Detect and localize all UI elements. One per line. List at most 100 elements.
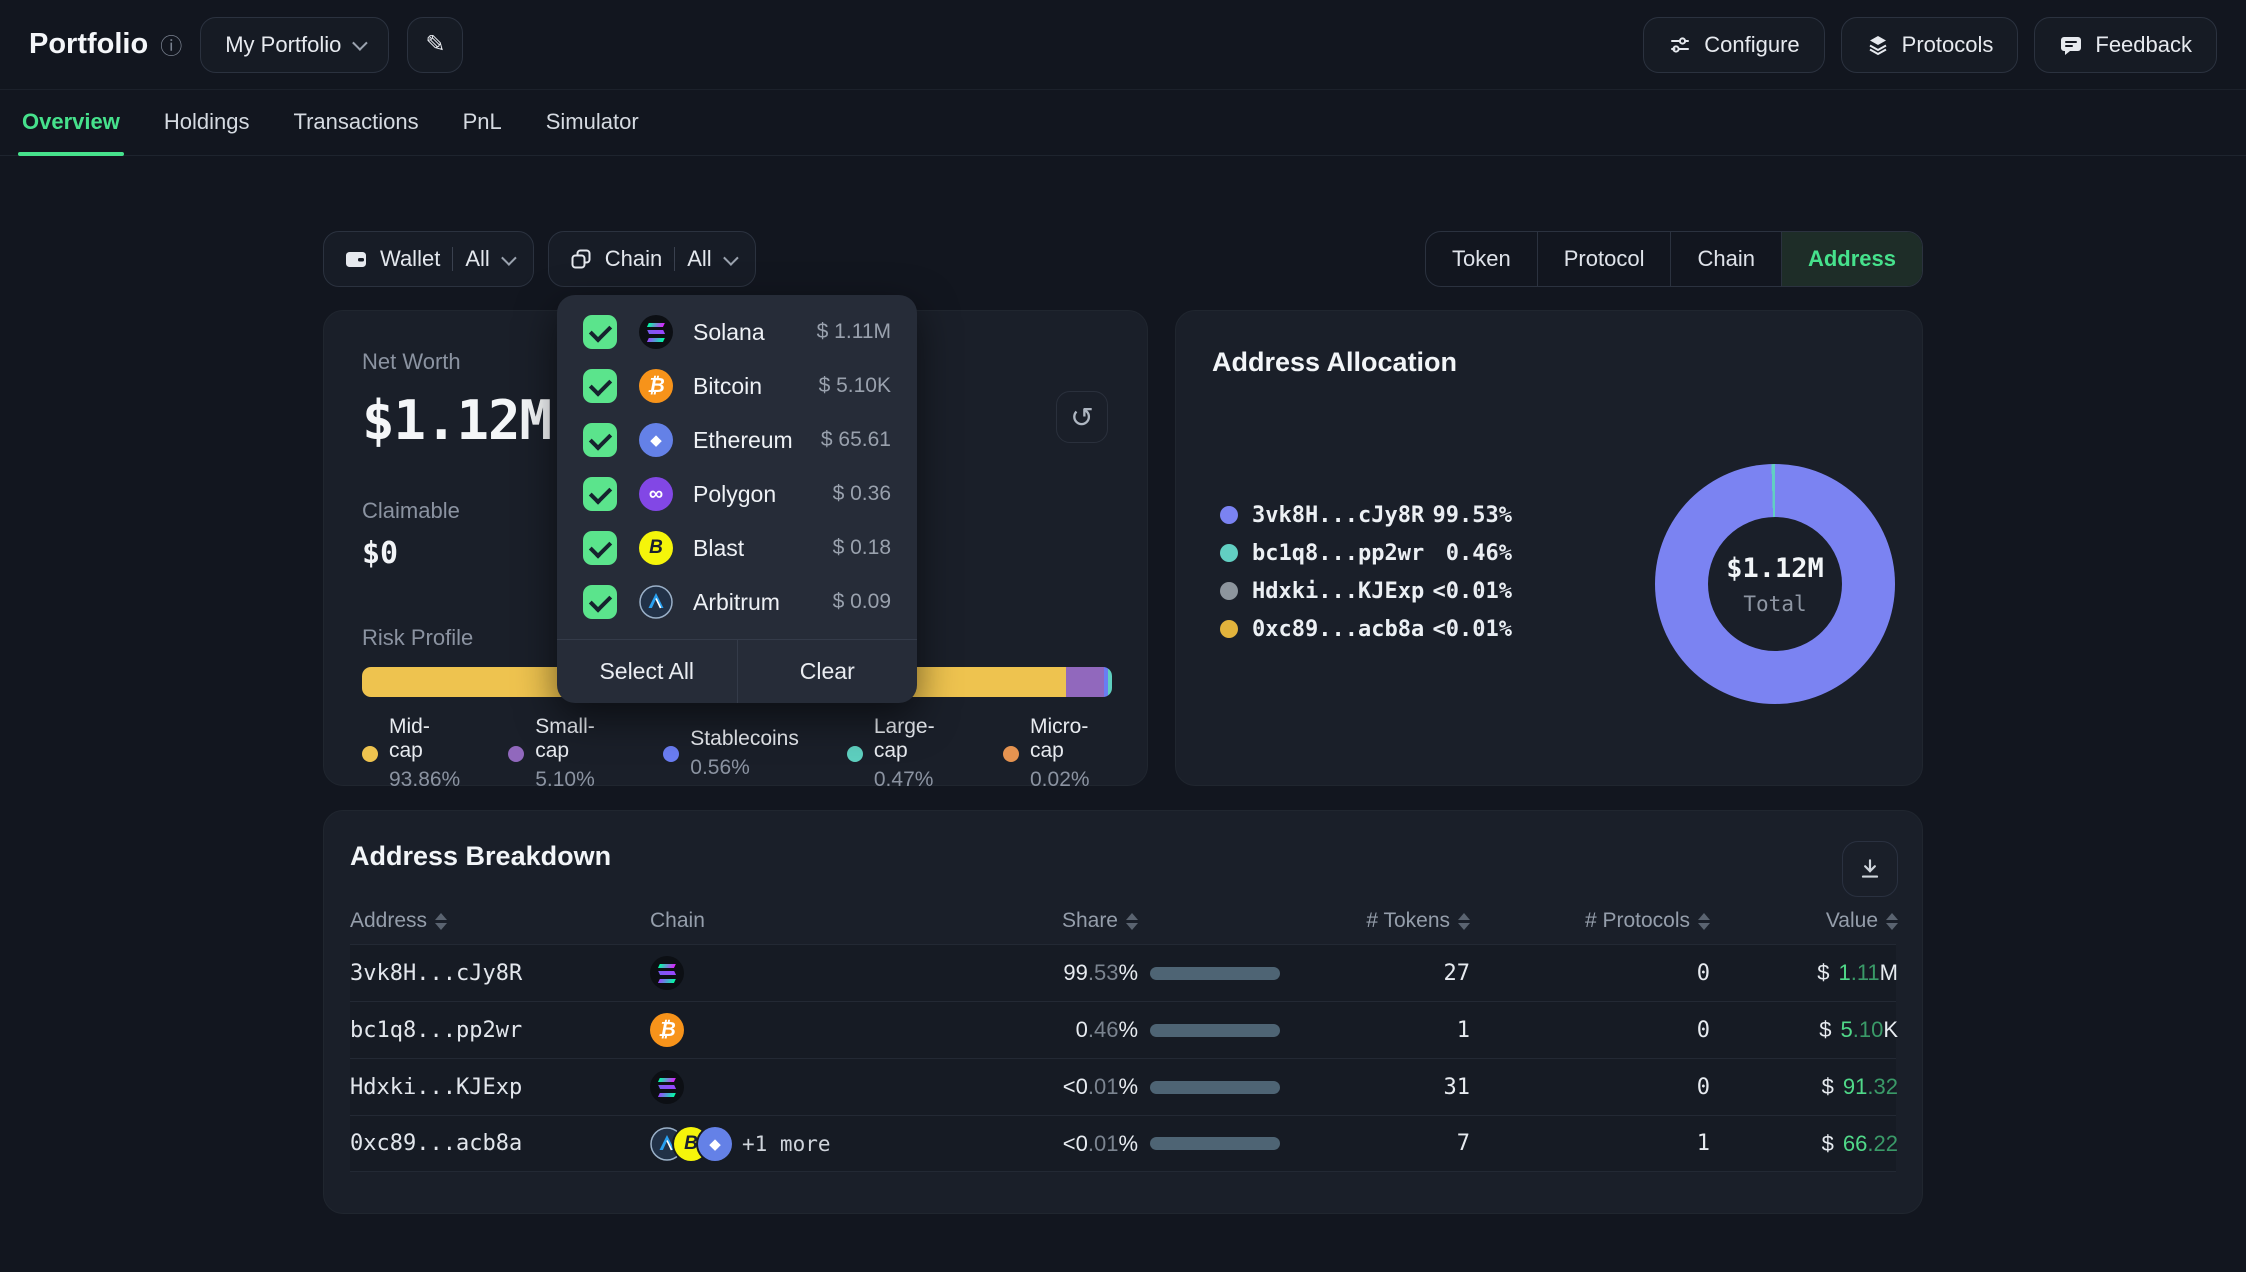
feedback-button[interactable]: Feedback bbox=[2034, 17, 2217, 73]
chain-option-label: Blast bbox=[693, 535, 744, 562]
legend-dot bbox=[362, 746, 378, 762]
tab-simulator[interactable]: Simulator bbox=[542, 89, 643, 155]
chain-option-value: $ 0.18 bbox=[833, 536, 891, 560]
row-chains: B ◆ +1 more bbox=[650, 1127, 980, 1161]
chain-option-arbitrum[interactable]: Arbitrum $ 0.09 bbox=[557, 575, 917, 629]
allocation-pct: 99.53% bbox=[1424, 503, 1512, 528]
sort-icon bbox=[1698, 913, 1710, 930]
risk-legend-item: Large-cap0.47% bbox=[847, 715, 955, 792]
chain-option-value: $ 0.09 bbox=[833, 590, 891, 614]
allocation-legend-item: 3vk8H...cJy8R 99.53% bbox=[1220, 496, 1512, 534]
donut-total-label: Total bbox=[1743, 592, 1806, 616]
more-chains-label: +1 more bbox=[742, 1132, 831, 1156]
row-address: 0xc89...acb8a bbox=[350, 1131, 650, 1156]
address-breakdown-card: Address Breakdown Address Chain Shar bbox=[323, 810, 1923, 1214]
checkbox-checked[interactable] bbox=[583, 477, 617, 511]
legend-pct: 0.47% bbox=[874, 768, 955, 792]
allocation-pct: 0.46% bbox=[1424, 541, 1512, 566]
protocols-button[interactable]: Protocols bbox=[1841, 17, 2019, 73]
view-toggle-address[interactable]: Address bbox=[1781, 232, 1922, 286]
wallet-filter-button[interactable]: Wallet All bbox=[323, 231, 534, 287]
allocation-legend: 3vk8H...cJy8R 99.53% bc1q8...pp2wr 0.46%… bbox=[1220, 496, 1512, 648]
chain-option-value: $ 65.61 bbox=[821, 428, 891, 452]
chain-option-value: $ 1.11M bbox=[817, 320, 891, 344]
allocation-address: 3vk8H...cJy8R bbox=[1252, 503, 1424, 528]
tab-holdings[interactable]: Holdings bbox=[160, 89, 254, 155]
select-all-button[interactable]: Select All bbox=[557, 640, 737, 703]
edit-portfolio-button[interactable]: ✎ bbox=[407, 17, 463, 73]
chain-option-ethereum[interactable]: ◆ Ethereum $ 65.61 bbox=[557, 413, 917, 467]
share-bar bbox=[1150, 1137, 1280, 1150]
top-bar: Portfolio ⓘ My Portfolio ✎ Configure bbox=[0, 0, 2246, 90]
wallet-icon bbox=[344, 247, 368, 271]
ethereum-icon: ◆ bbox=[698, 1127, 732, 1161]
checkbox-checked[interactable] bbox=[583, 315, 617, 349]
sort-icon bbox=[1126, 913, 1138, 930]
chevron-down-icon bbox=[501, 250, 517, 266]
chain-option-label: Ethereum bbox=[693, 427, 793, 454]
download-button[interactable] bbox=[1842, 841, 1898, 897]
portfolio-selector[interactable]: My Portfolio bbox=[200, 17, 389, 73]
chain-option-solana[interactable]: Solana $ 1.11M bbox=[557, 305, 917, 359]
protocols-label: Protocols bbox=[1902, 32, 1994, 58]
legend-label: Stablecoins bbox=[690, 727, 799, 751]
row-address: 3vk8H...cJy8R bbox=[350, 961, 650, 986]
checkbox-checked[interactable] bbox=[583, 531, 617, 565]
chain-option-label: Bitcoin bbox=[693, 373, 762, 400]
view-toggle-chain[interactable]: Chain bbox=[1670, 232, 1780, 286]
wallet-filter-label: Wallet bbox=[380, 246, 440, 272]
allocation-legend-item: 0xc89...acb8a <0.01% bbox=[1220, 610, 1512, 648]
solana-icon bbox=[650, 1070, 684, 1104]
tab-overview[interactable]: Overview bbox=[18, 89, 124, 155]
row-value: $66.22 bbox=[1710, 1131, 1898, 1157]
allocation-pct: <0.01% bbox=[1424, 579, 1512, 604]
page-title: Portfolio bbox=[29, 28, 148, 61]
chain-option-bitcoin[interactable]: ₿ Bitcoin $ 5.10K bbox=[557, 359, 917, 413]
row-share: 99.53% bbox=[980, 960, 1280, 986]
refresh-button[interactable]: ↺ bbox=[1056, 391, 1108, 443]
chain-option-blast[interactable]: B Blast $ 0.18 bbox=[557, 521, 917, 575]
risk-legend: Mid-cap93.86% Small-cap5.10% Stablecoins… bbox=[362, 715, 1109, 792]
configure-button[interactable]: Configure bbox=[1643, 17, 1824, 73]
tab-pnl[interactable]: PnL bbox=[459, 89, 506, 155]
chain-filter-button[interactable]: Chain All bbox=[548, 231, 756, 287]
table-row[interactable]: Hdxki...KJExp <0.01% 31 0 $91.32 bbox=[350, 1058, 1896, 1115]
risk-legend-item: Micro-cap0.02% bbox=[1003, 715, 1109, 792]
tab-transactions[interactable]: Transactions bbox=[289, 89, 422, 155]
column-header-tokens[interactable]: # Tokens bbox=[1280, 909, 1470, 933]
view-toggle-token[interactable]: Token bbox=[1426, 232, 1537, 286]
column-header-value[interactable]: Value bbox=[1710, 909, 1898, 933]
risk-segment-smallcap bbox=[1066, 667, 1104, 697]
address-allocation-title: Address Allocation bbox=[1212, 347, 1886, 378]
divider bbox=[674, 247, 675, 271]
table-row[interactable]: 0xc89...acb8a B ◆ +1 more bbox=[350, 1115, 1896, 1172]
chain-option-label: Solana bbox=[693, 319, 765, 346]
checkbox-checked[interactable] bbox=[583, 369, 617, 403]
risk-legend-item: Stablecoins 0.56% bbox=[663, 715, 799, 792]
arbitrum-icon bbox=[639, 585, 673, 619]
column-header-address[interactable]: Address bbox=[350, 909, 650, 933]
share-bar bbox=[1150, 967, 1280, 980]
portfolio-app: Portfolio ⓘ My Portfolio ✎ Configure bbox=[0, 0, 2246, 1272]
legend-pct: 0.02% bbox=[1030, 768, 1109, 792]
chain-filter-icon bbox=[569, 247, 593, 271]
address-breakdown-title: Address Breakdown bbox=[350, 841, 1922, 872]
view-toggle-protocol[interactable]: Protocol bbox=[1537, 232, 1671, 286]
filters-toolbar: Wallet All Chain All Token Protoco bbox=[323, 231, 1923, 287]
clear-button[interactable]: Clear bbox=[737, 640, 918, 703]
portfolio-selector-label: My Portfolio bbox=[225, 32, 341, 58]
table-row[interactable]: 3vk8H...cJy8R 99.53% 27 0 $1.11M bbox=[350, 944, 1896, 1001]
chain-option-value: $ 5.10K bbox=[819, 374, 891, 398]
legend-dot bbox=[508, 746, 524, 762]
chain-option-value: $ 0.36 bbox=[833, 482, 891, 506]
legend-pct: 5.10% bbox=[535, 768, 615, 792]
checkbox-checked[interactable] bbox=[583, 423, 617, 457]
checkbox-checked[interactable] bbox=[583, 585, 617, 619]
row-protocols: 0 bbox=[1470, 1018, 1710, 1043]
legend-pct: 0.56% bbox=[690, 756, 799, 780]
column-header-share[interactable]: Share bbox=[980, 909, 1280, 933]
chain-option-polygon[interactable]: ∞ Polygon $ 0.36 bbox=[557, 467, 917, 521]
download-icon bbox=[1857, 856, 1883, 882]
table-row[interactable]: bc1q8...pp2wr ₿ 0.46% 1 0 $5.10K bbox=[350, 1001, 1896, 1058]
column-header-protocols[interactable]: # Protocols bbox=[1470, 909, 1710, 933]
